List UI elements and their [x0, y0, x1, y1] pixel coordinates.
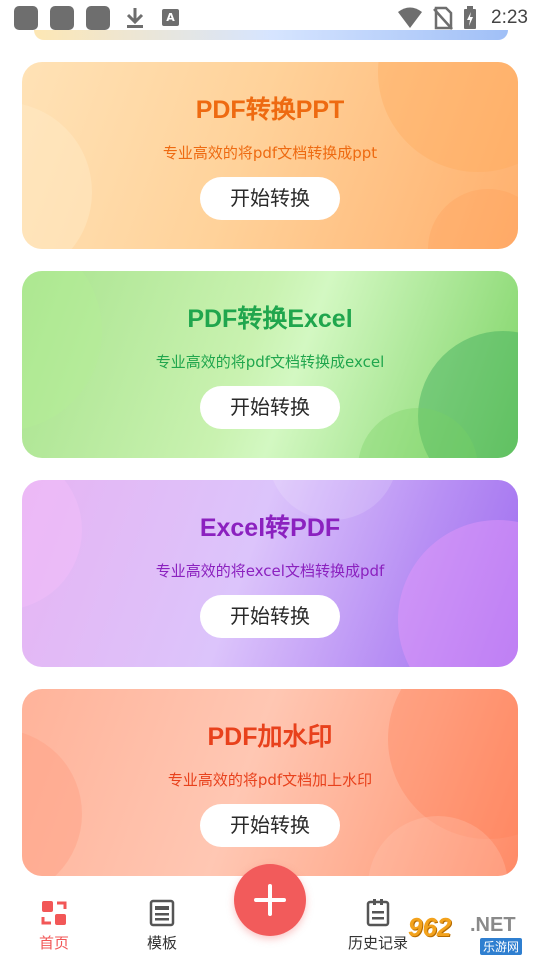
add-button[interactable]	[234, 864, 306, 936]
template-icon	[149, 899, 175, 927]
watermark-domain: .NET	[470, 914, 516, 936]
start-convert-button[interactable]: 开始转换	[200, 177, 340, 220]
app-icon	[14, 6, 38, 30]
app-icon	[86, 6, 110, 30]
history-clipboard-icon	[366, 899, 390, 927]
font-a-icon: A	[162, 9, 179, 26]
card-subtitle: 专业高效的将excel文档转换成pdf	[155, 562, 385, 580]
previous-card-edge	[34, 30, 508, 40]
card-title: PDF加水印	[207, 723, 333, 751]
card-excel-to-pdf[interactable]: Excel转PDF 专业高效的将excel文档转换成pdf 开始转换	[22, 480, 518, 667]
battery-charging-icon	[464, 6, 477, 29]
card-pdf-to-ppt[interactable]: PDF转换PPT 专业高效的将pdf文档转换成ppt 开始转换	[22, 62, 518, 249]
wifi-icon	[398, 7, 423, 28]
nav-item-template[interactable]: 模板	[122, 898, 202, 953]
card-title: PDF转换PPT	[195, 96, 345, 124]
card-pdf-to-excel[interactable]: PDF转换Excel 专业高效的将pdf文档转换成excel 开始转换	[22, 271, 518, 458]
watermark-cn: 乐游网	[480, 938, 523, 955]
watermark-logo: 962 .NET 乐游网	[402, 912, 534, 956]
download-icon	[126, 8, 144, 28]
no-sim-icon	[433, 6, 453, 30]
card-title: PDF转换Excel	[187, 305, 353, 333]
card-subtitle: 专业高效的将pdf文档加上水印	[167, 771, 373, 789]
start-convert-button[interactable]: 开始转换	[200, 804, 340, 847]
card-subtitle: 专业高效的将pdf文档转换成excel	[155, 353, 385, 371]
card-pdf-watermark[interactable]: PDF加水印 专业高效的将pdf文档加上水印 开始转换	[22, 689, 518, 876]
nav-label: 首页	[38, 934, 69, 952]
nav-label: 模板	[146, 934, 177, 952]
start-convert-button[interactable]: 开始转换	[200, 595, 340, 638]
home-convert-icon	[41, 901, 67, 925]
start-convert-button[interactable]: 开始转换	[200, 386, 340, 429]
card-subtitle: 专业高效的将pdf文档转换成ppt	[162, 144, 378, 162]
card-title: Excel转PDF	[199, 514, 341, 542]
clock: 2:23	[491, 7, 528, 28]
watermark-brand: 962	[408, 912, 452, 942]
nav-item-home[interactable]: 首页	[14, 898, 94, 953]
app-icon	[50, 6, 74, 30]
